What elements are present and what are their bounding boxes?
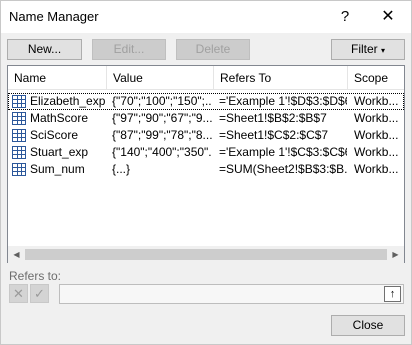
table-row[interactable]: Sum_num {...} =SUM(Sheet2!$B$3:$B... Wor…: [8, 161, 404, 178]
names-list[interactable]: Name Value Refers To Scope Elizabeth_exp…: [7, 65, 405, 263]
row-name: SciScore: [30, 128, 79, 142]
named-range-icon: [12, 146, 26, 159]
close-button[interactable]: Close: [331, 315, 405, 336]
refers-to-label: Refers to:: [9, 269, 62, 283]
row-value: {...}: [112, 162, 131, 176]
column-header-refers-to[interactable]: Refers To: [214, 66, 348, 90]
table-row[interactable]: Elizabeth_exp {"70";"100";"150";... ='Ex…: [8, 93, 404, 110]
row-value: {"70";"100";"150";...: [112, 94, 212, 108]
delete-button[interactable]: Delete: [176, 39, 250, 60]
row-value: {"97";"90";"67";"9...: [112, 111, 212, 125]
cancel-edit-icon[interactable]: ✕: [9, 284, 28, 303]
collapse-dialog-icon[interactable]: ↑: [384, 286, 401, 302]
help-icon[interactable]: ?: [335, 5, 355, 29]
filter-dropdown-icon: ▾: [381, 46, 386, 55]
row-refers-to: ='Example 1'!$C$3:$C$6: [219, 145, 347, 159]
row-name: Stuart_exp: [30, 145, 89, 159]
new-button[interactable]: New...: [7, 39, 82, 60]
title-bar: Name Manager ? ✕: [1, 1, 411, 33]
edit-button[interactable]: Edit...: [92, 39, 166, 60]
row-name: MathScore: [30, 111, 89, 125]
horizontal-scrollbar[interactable]: ◀ ▶: [8, 246, 404, 263]
table-row[interactable]: MathScore {"97";"90";"67";"9... =Sheet1!…: [8, 110, 404, 127]
row-scope: Workb...: [354, 128, 399, 142]
list-header: Name Value Refers To Scope: [8, 66, 404, 90]
named-range-icon: [12, 112, 26, 125]
scroll-right-icon[interactable]: ▶: [387, 246, 404, 263]
name-manager-dialog: Name Manager ? ✕ New... Edit... Delete F…: [0, 0, 412, 345]
refers-to-input[interactable]: ↑: [59, 284, 404, 304]
row-refers-to: ='Example 1'!$D$3:$D$6: [219, 94, 347, 108]
scrollbar-thumb[interactable]: [25, 249, 387, 260]
scroll-left-icon[interactable]: ◀: [8, 246, 25, 263]
row-refers-to: =SUM(Sheet2!$B$3:$B...: [219, 162, 347, 176]
table-row[interactable]: SciScore {"87";"99";"78";"8... =Sheet1!$…: [8, 127, 404, 144]
filter-button-label: Filter: [350, 42, 378, 56]
named-range-icon: [12, 95, 26, 108]
named-range-icon: [12, 129, 26, 142]
row-name: Elizabeth_exp: [30, 94, 106, 108]
column-header-value[interactable]: Value: [107, 66, 214, 90]
table-row[interactable]: Stuart_exp {"140";"400";"350"... ='Examp…: [8, 144, 404, 161]
dialog-title: Name Manager: [9, 9, 99, 24]
new-button-label: New...: [27, 42, 62, 56]
row-value: {"87";"99";"78";"8...: [112, 128, 212, 142]
column-header-scope[interactable]: Scope: [348, 66, 404, 90]
close-icon[interactable]: ✕: [373, 5, 403, 29]
named-range-icon: [12, 163, 26, 176]
column-header-name[interactable]: Name: [8, 66, 107, 90]
row-scope: Workb...: [354, 145, 399, 159]
row-scope: Workb...: [354, 94, 399, 108]
confirm-edit-icon[interactable]: ✓: [30, 284, 49, 303]
row-value: {"140";"400";"350"...: [112, 145, 212, 159]
edit-button-label: Edit...: [113, 42, 145, 56]
row-refers-to: =Sheet1!$B$2:$B$7: [219, 111, 327, 125]
row-scope: Workb...: [354, 162, 399, 176]
filter-button[interactable]: Filter ▾: [331, 39, 405, 60]
close-button-label: Close: [352, 318, 384, 332]
delete-button-label: Delete: [195, 42, 231, 56]
row-scope: Workb...: [354, 111, 399, 125]
row-name: Sum_num: [30, 162, 85, 176]
row-refers-to: =Sheet1!$C$2:$C$7: [219, 128, 329, 142]
